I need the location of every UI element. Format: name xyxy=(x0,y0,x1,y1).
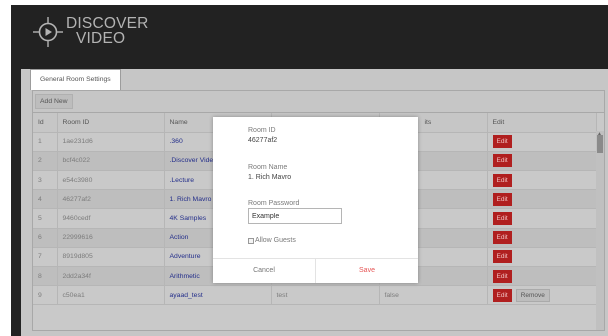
cell-id: 5 xyxy=(33,208,58,229)
cell-room-id: 1ae231d6 xyxy=(57,132,165,152)
col-header-id[interactable]: Id xyxy=(33,113,58,133)
room-password-input[interactable] xyxy=(248,208,342,224)
checkbox-box[interactable] xyxy=(248,237,254,244)
cell-edit: Edit xyxy=(487,170,597,191)
edit-button[interactable]: Edit xyxy=(492,192,512,206)
edit-button[interactable]: Edit xyxy=(492,154,512,168)
room-password-label: Room Password xyxy=(248,200,300,207)
room-name-label: Room Name xyxy=(248,164,288,171)
cell-id: 6 xyxy=(33,228,58,248)
edit-button[interactable]: Edit xyxy=(492,269,512,283)
room-id-value: 46277af2 xyxy=(248,137,278,144)
cell-room-id: e54c3980 xyxy=(57,170,165,191)
edit-button[interactable]: Edit xyxy=(492,231,512,245)
table-row[interactable]: 9 c50ea1 ayaad_test test false Edit Remov… xyxy=(33,285,597,306)
cell-edit: Edit xyxy=(487,247,597,268)
edit-button[interactable]: Edit xyxy=(492,135,512,149)
cell-room-id: 8919d805 xyxy=(57,247,165,268)
room-id-label: Room ID xyxy=(248,127,276,134)
allow-guests-label: Allow Guests xyxy=(255,237,296,244)
edit-button[interactable]: Edit xyxy=(492,173,512,187)
cell-id: 3 xyxy=(33,170,58,191)
cell-guests: false xyxy=(379,285,488,306)
cell-edit: Edit xyxy=(487,228,597,248)
cell-edit: Edit xyxy=(487,132,597,152)
cell-id: 8 xyxy=(33,266,58,287)
cell-edit: Edit Remove xyxy=(487,285,597,306)
tab-general-room-settings[interactable]: General Room Settings xyxy=(30,69,121,90)
cell-password: test xyxy=(271,285,380,306)
vertical-scrollbar[interactable]: ▲ xyxy=(596,131,604,330)
cell-id: 7 xyxy=(33,247,58,268)
cell-edit: Edit xyxy=(487,189,597,210)
cell-edit: Edit xyxy=(487,208,597,229)
cell-name[interactable]: ayaad_test xyxy=(164,285,272,306)
allow-guests-checkbox[interactable]: Allow Guests xyxy=(248,237,296,244)
remove-button[interactable]: Remove xyxy=(515,288,550,302)
cancel-button[interactable]: Cancel xyxy=(213,259,315,283)
edit-button[interactable]: Edit xyxy=(492,212,512,226)
cell-room-id: c50ea1 xyxy=(57,285,165,306)
cell-room-id: 9460cedf xyxy=(57,208,165,229)
cell-id: 1 xyxy=(33,132,58,152)
brand-name: DISCOVER VIDEO xyxy=(66,16,149,47)
scrollbar-thumb[interactable] xyxy=(597,135,603,153)
col-header-room-id[interactable]: Room ID xyxy=(57,113,165,133)
cell-id: 4 xyxy=(33,189,58,210)
cell-id: 2 xyxy=(33,151,58,172)
room-name-value: 1. Rich Mavro xyxy=(248,174,292,181)
cell-id: 9 xyxy=(33,285,58,306)
edit-button[interactable]: Edit xyxy=(492,250,512,264)
add-new-button[interactable]: Add New xyxy=(35,94,73,109)
cell-room-id: 2dd2a34f xyxy=(57,266,165,287)
save-button[interactable]: Save xyxy=(316,259,418,283)
cell-room-id: bcf4c022 xyxy=(57,151,165,172)
cell-room-id: 46277af2 xyxy=(57,189,165,210)
tab-bar: General Room Settings xyxy=(21,69,608,90)
play-circle-icon xyxy=(33,17,63,47)
grid-toolbar: Add New xyxy=(33,91,604,113)
cell-room-id: 22999616 xyxy=(57,228,165,248)
cell-edit: Edit xyxy=(487,151,597,172)
brand-logo: DISCOVER VIDEO xyxy=(33,11,163,47)
col-header-edit[interactable]: Edit xyxy=(487,113,597,133)
brand-line2: VIDEO xyxy=(76,30,126,47)
edit-button[interactable]: Edit xyxy=(492,288,512,302)
cell-edit: Edit xyxy=(487,266,597,287)
edit-room-dialog: Room ID 46277af2 Room Name 1. Rich Mavro… xyxy=(213,117,418,283)
